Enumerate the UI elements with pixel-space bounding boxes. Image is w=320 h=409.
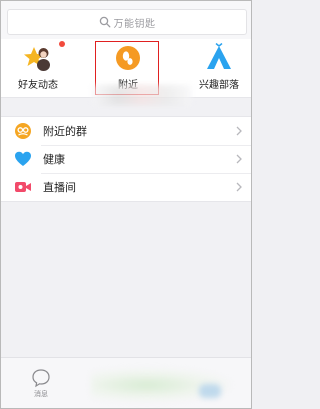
shortcut-label: 好友动态 [18,80,58,91]
nearby-icon [113,43,143,73]
list-item-health[interactable]: 健康 [1,145,251,173]
search-icon [99,16,110,28]
chevron-right-icon [236,182,242,192]
live-room-icon [14,178,32,196]
list-item-nearby-groups[interactable]: 附近的群 [1,117,251,145]
list-item-label: 附近的群 [43,125,87,138]
nearby-groups-icon [14,122,32,140]
chevron-right-icon [236,126,242,136]
list-item-label: 直播间 [43,181,76,194]
shortcut-label: 兴趣部落 [199,80,239,91]
shortcut-friends-feed[interactable]: 好友动态 [9,39,67,97]
health-heart-icon [14,150,32,168]
search-placeholder: 万能钥匙 [113,18,156,30]
list-item-label: 健康 [43,153,65,166]
tribe-icon [204,42,234,73]
search-bar: 万能钥匙 [1,1,251,39]
friends-feed-icon [23,41,65,73]
message-bubble-icon [32,369,50,388]
shortcut-tribe[interactable]: 兴趣部落 [187,39,251,97]
notification-dot [59,41,65,47]
app-window: 万能钥匙 好友动态 兴趣部落 附近的群 健康 直播间 消息 [0,0,252,409]
discover-list: 附近的群 健康 直播间 [1,116,251,202]
blurred-region [199,384,221,398]
tab-messages[interactable]: 消息 [29,368,53,400]
tab-label: 消息 [34,390,48,398]
tab-bar: 消息 [1,357,251,408]
chevron-right-icon [236,154,242,164]
list-item-live[interactable]: 直播间 [1,173,251,201]
blurred-region [93,85,191,105]
search-input[interactable]: 万能钥匙 [7,9,247,35]
